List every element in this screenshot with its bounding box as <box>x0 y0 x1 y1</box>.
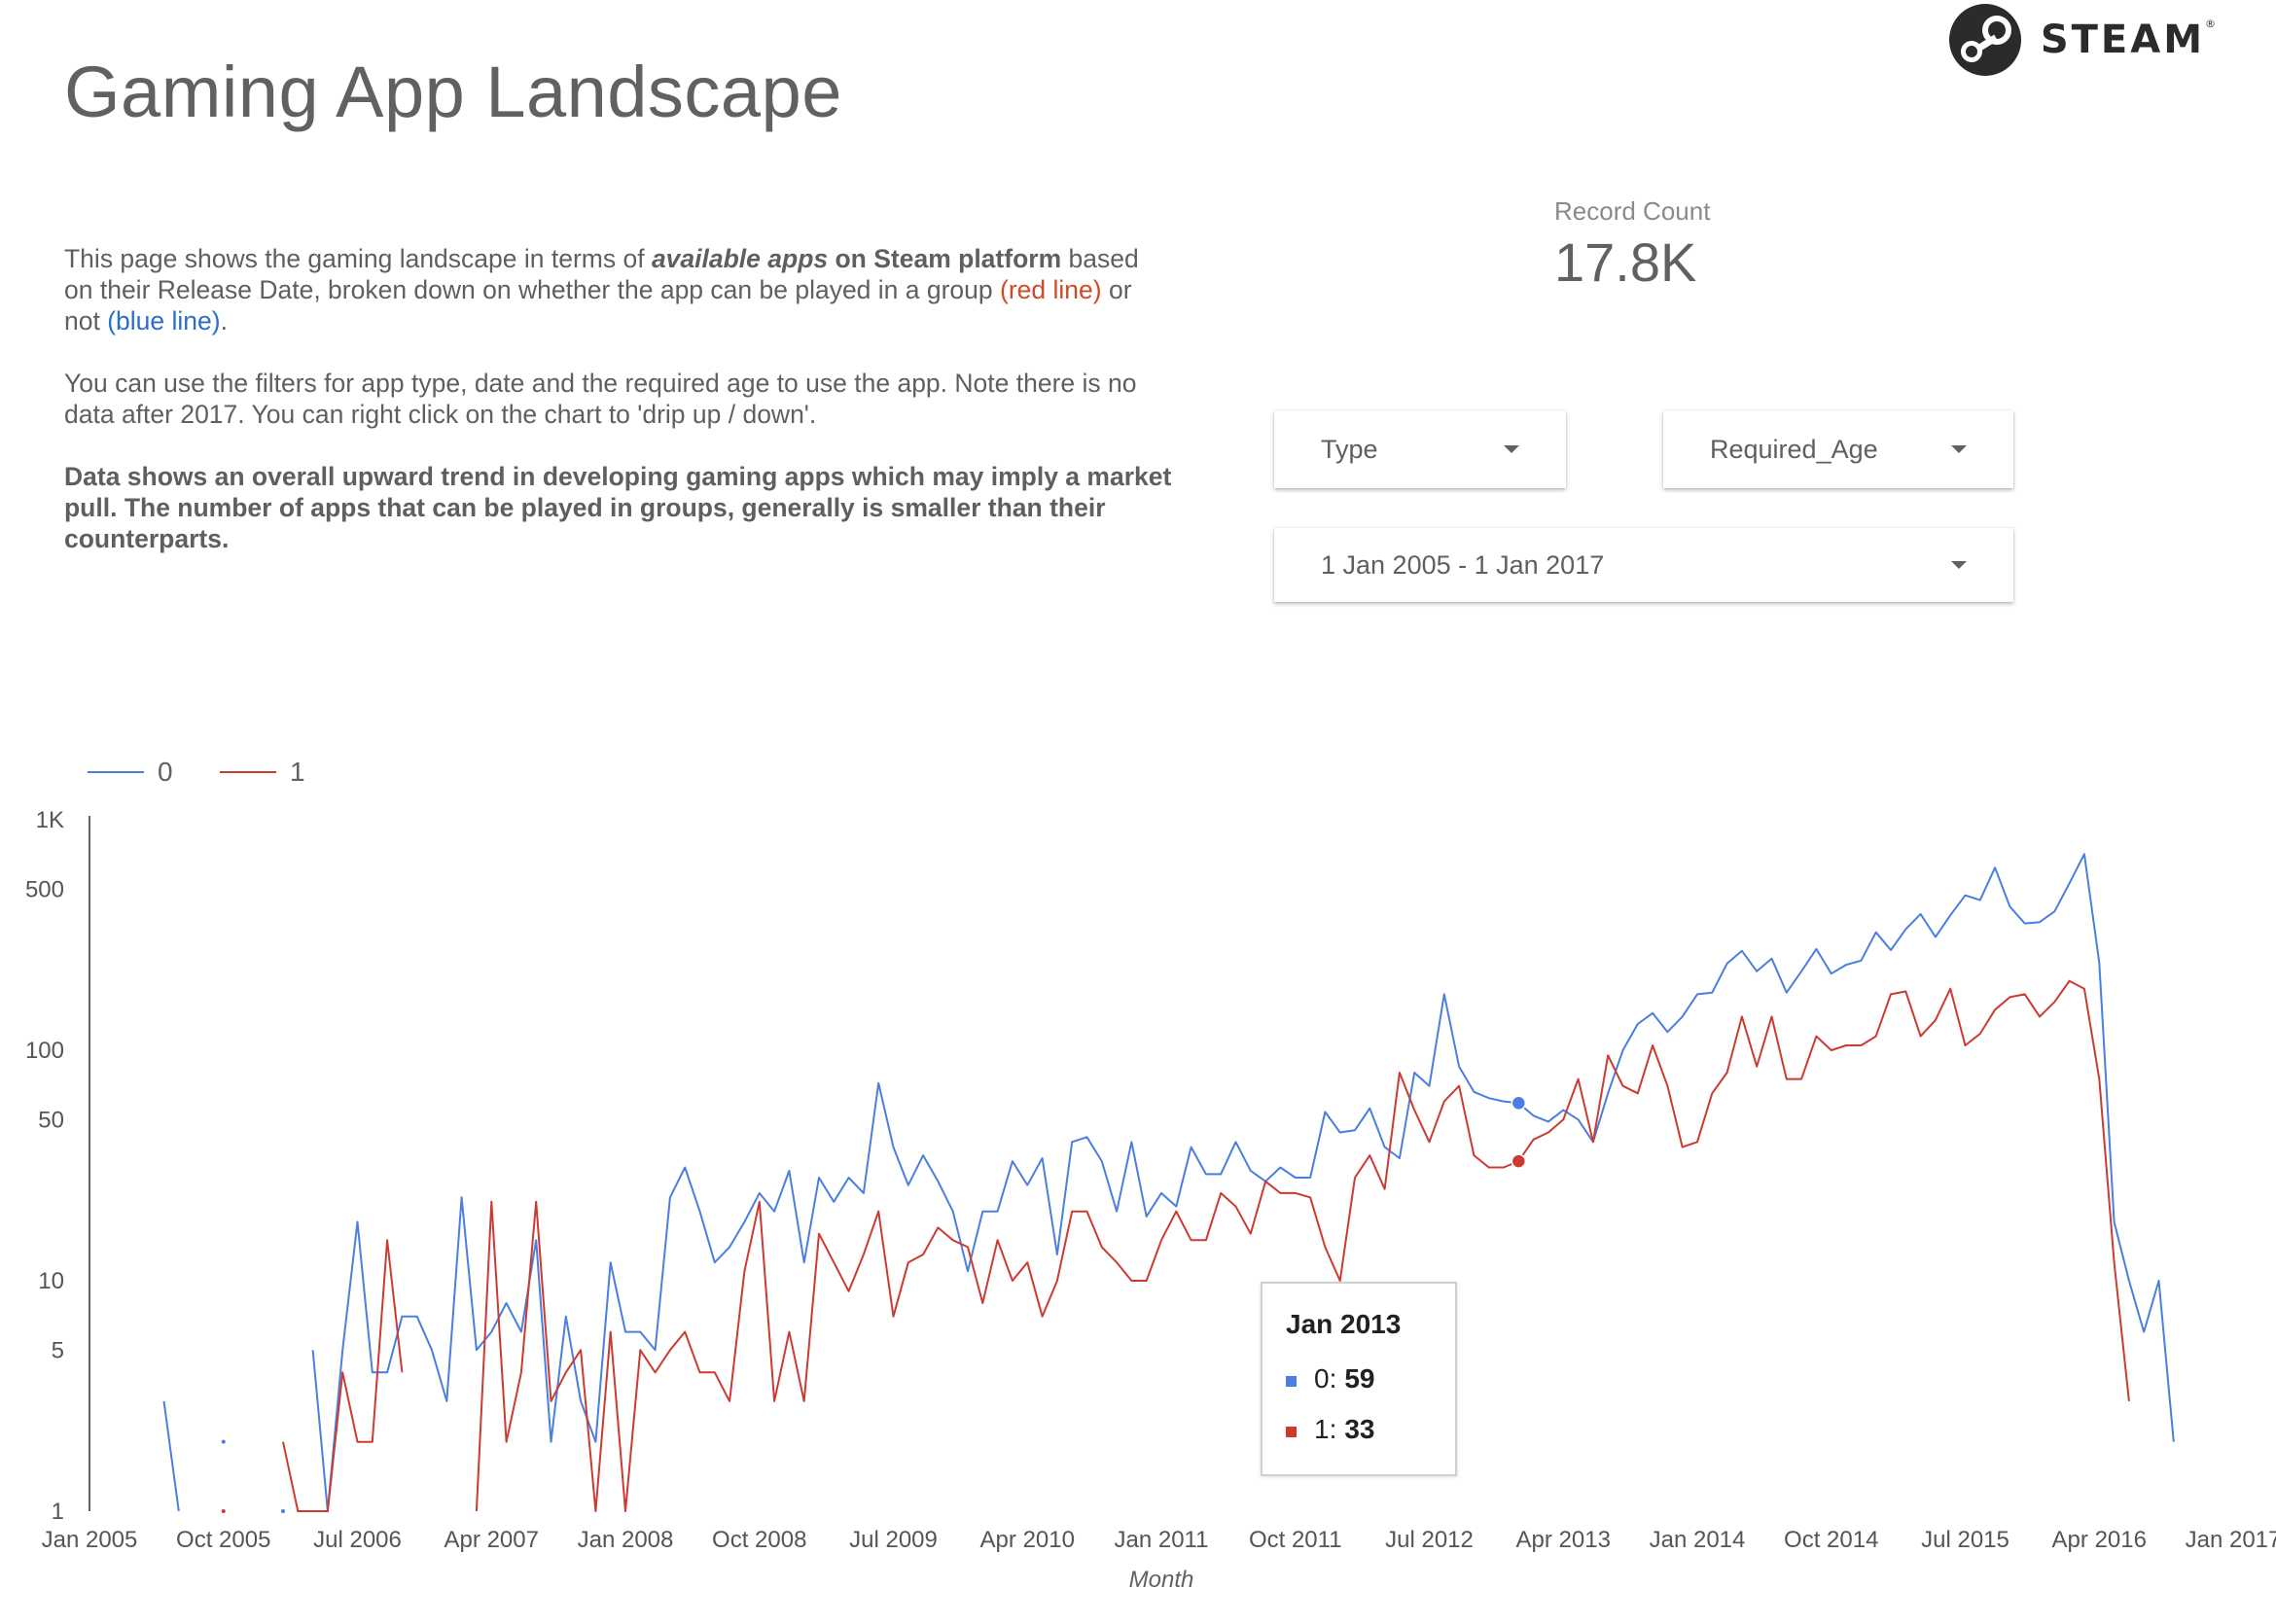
y-tick-label: 10 <box>38 1268 64 1294</box>
chart-axes: 1 5 10 50 100 500 1K Jan 2005 Oct 2005 Jul 2006 Ap… <box>25 807 2276 1593</box>
x-tick-label: Oct 2014 <box>1784 1527 1878 1553</box>
page-title: Gaming App Landscape <box>64 52 842 132</box>
tooltip-swatch-0 <box>1286 1375 1297 1387</box>
date-range-filter-dropdown[interactable]: 1 Jan 2005 - 1 Jan 2017 <box>1274 528 2013 602</box>
description-paragraph-2: You can use the filters for app type, da… <box>64 369 1137 429</box>
x-tick-label: Apr 2010 <box>980 1527 1075 1553</box>
chevron-down-icon <box>1504 445 1519 453</box>
x-tick-label: Apr 2013 <box>1516 1527 1611 1553</box>
description-paragraph-3: Data shows an overall upward trend in de… <box>64 462 1172 553</box>
required-age-filter-dropdown[interactable]: Required_Age <box>1663 410 2013 488</box>
x-tick-label: Oct 2008 <box>712 1527 806 1553</box>
chart-lines[interactable] <box>162 853 2175 1513</box>
x-tick-label: Apr 2016 <box>2052 1527 2147 1553</box>
x-tick-label: Oct 2005 <box>176 1527 270 1553</box>
tooltip-row-0: 0: 59 <box>1286 1363 1455 1395</box>
red-line-label: (red line) <box>1000 275 1102 304</box>
x-tick-label: Jan 2017 <box>2186 1527 2276 1553</box>
chart-legend[interactable]: 01 <box>88 757 305 787</box>
tooltip-row-1: 1: 33 <box>1286 1414 1455 1445</box>
x-tick-label: Oct 2011 <box>1249 1527 1342 1553</box>
series-0-line[interactable] <box>311 853 2175 1512</box>
hover-marker-0 <box>1511 1095 1527 1112</box>
x-tick-label: Jan 2005 <box>42 1527 138 1553</box>
series-1-point[interactable] <box>221 1509 226 1513</box>
record-count-label: Record Count <box>1554 196 1711 226</box>
x-tick-label: Jul 2015 <box>1921 1527 2009 1553</box>
series-0-line[interactable] <box>162 1400 180 1512</box>
series-0-point[interactable] <box>280 1509 285 1513</box>
x-tick-label: Jan 2008 <box>578 1527 674 1553</box>
x-tick-label: Apr 2007 <box>445 1527 539 1553</box>
y-tick-label: 50 <box>38 1107 64 1133</box>
steam-logo-text: STEAM® <box>2040 18 2216 62</box>
hover-markers <box>1511 1095 1527 1169</box>
blue-line-label: (blue line) <box>107 306 221 335</box>
series-0-point[interactable] <box>221 1439 226 1444</box>
x-axis-title: Month <box>1129 1567 1194 1593</box>
y-tick-label: 500 <box>25 876 64 902</box>
y-tick-label: 100 <box>25 1038 64 1064</box>
legend-label-0[interactable]: 0 <box>158 757 173 787</box>
legend-label-1[interactable]: 1 <box>290 757 305 787</box>
type-filter-label: Type <box>1321 434 1378 464</box>
steam-logo-icon <box>1948 4 2021 76</box>
series-1-line[interactable] <box>282 1239 404 1512</box>
x-tick-label: Jan 2014 <box>1650 1527 1746 1553</box>
description-text: This page shows the gaming landscape in … <box>64 243 1173 585</box>
y-tick-label: 5 <box>52 1337 64 1363</box>
y-tick-label: 1K <box>36 807 64 833</box>
tooltip-swatch-1 <box>1286 1426 1297 1437</box>
tooltip-title: Jan 2013 <box>1286 1309 1402 1339</box>
x-tick-label: Jul 2006 <box>313 1527 402 1553</box>
record-count-scorecard: Record Count 17.8K <box>1554 196 1710 294</box>
type-filter-dropdown[interactable]: Type <box>1274 410 1566 488</box>
chevron-down-icon <box>1951 445 1967 453</box>
time-series-chart[interactable]: 01 1510501005001KJan 2005 Oct 2005 Jul 200… <box>0 739 2276 1624</box>
x-tick-label: Jan 2011 <box>1115 1527 1209 1553</box>
date-range-filter-label: 1 Jan 2005 - 1 Jan 2017 <box>1321 549 1605 580</box>
x-tick-label: Jul 2009 <box>849 1527 938 1553</box>
description-paragraph-1: This page shows the gaming landscape in … <box>64 244 1139 335</box>
record-count-value: 17.8K <box>1554 231 1697 293</box>
hover-marker-1 <box>1511 1153 1527 1169</box>
y-tick-label: 1 <box>52 1499 64 1525</box>
steam-logo: STEAM® <box>1948 4 2216 76</box>
chevron-down-icon <box>1951 561 1967 569</box>
required-age-filter-label: Required_Age <box>1710 434 1878 464</box>
chart-tooltip: Jan 2013 0: 59 1: 33 <box>1261 1282 1457 1476</box>
x-tick-label: Jul 2012 <box>1385 1527 1474 1553</box>
